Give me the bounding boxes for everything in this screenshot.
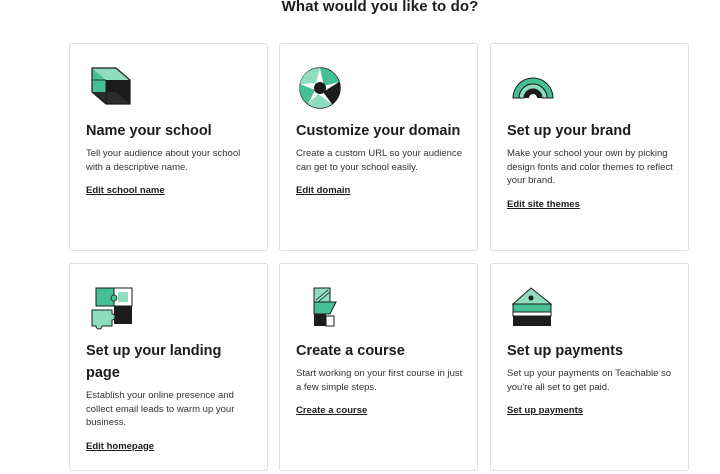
edit-homepage-link[interactable]: Edit homepage: [86, 441, 154, 452]
card-description: Tell your audience about your school wit…: [86, 148, 241, 173]
set-up-payments-link[interactable]: Set up payments: [507, 405, 583, 416]
edit-site-themes-link[interactable]: Edit site themes: [507, 199, 580, 210]
card-description: Make your school your own by picking des…: [507, 148, 673, 186]
puzzle-icon: [86, 284, 134, 332]
cube-icon: [86, 64, 134, 112]
cake-slice-icon: [507, 284, 555, 332]
camera-aperture-icon: [296, 64, 344, 112]
card-create-course: Create a course Start working on your fi…: [279, 263, 478, 471]
rainbow-arc-icon: [507, 64, 555, 112]
card-title: Set up payments: [507, 343, 624, 359]
edit-school-name-link[interactable]: Edit school name: [86, 185, 165, 196]
card-customize-domain: Customize your domain Create a custom UR…: [279, 43, 478, 251]
card-set-up-brand: Set up your brand Make your school your …: [490, 43, 689, 251]
card-description: Start working on your first course in ju…: [296, 368, 463, 393]
card-description: Set up your payments on Teachable so you…: [507, 368, 672, 393]
edit-domain-link[interactable]: Edit domain: [296, 185, 350, 196]
card-set-up-payments: Set up payments Set up your payments on …: [490, 263, 689, 471]
create-course-link[interactable]: Create a course: [296, 405, 367, 416]
card-title: Set up your landing page: [86, 343, 222, 381]
card-title: Set up your brand: [507, 123, 632, 139]
card-title: Customize your domain: [296, 123, 461, 139]
card-landing-page: Set up your landing page Establish your …: [69, 263, 268, 471]
building-blocks-icon: [296, 284, 344, 332]
card-description: Establish your online presence and colle…: [86, 390, 235, 428]
card-title: Create a course: [296, 343, 405, 359]
page-title: What would you like to do?: [281, 0, 479, 15]
card-title: Name your school: [86, 123, 212, 139]
page: What would you like to do? Name your sch…: [0, 0, 720, 474]
card-description: Create a custom URL so your audience can…: [296, 148, 462, 173]
card-name-school: Name your school Tell your audience abou…: [69, 43, 268, 251]
